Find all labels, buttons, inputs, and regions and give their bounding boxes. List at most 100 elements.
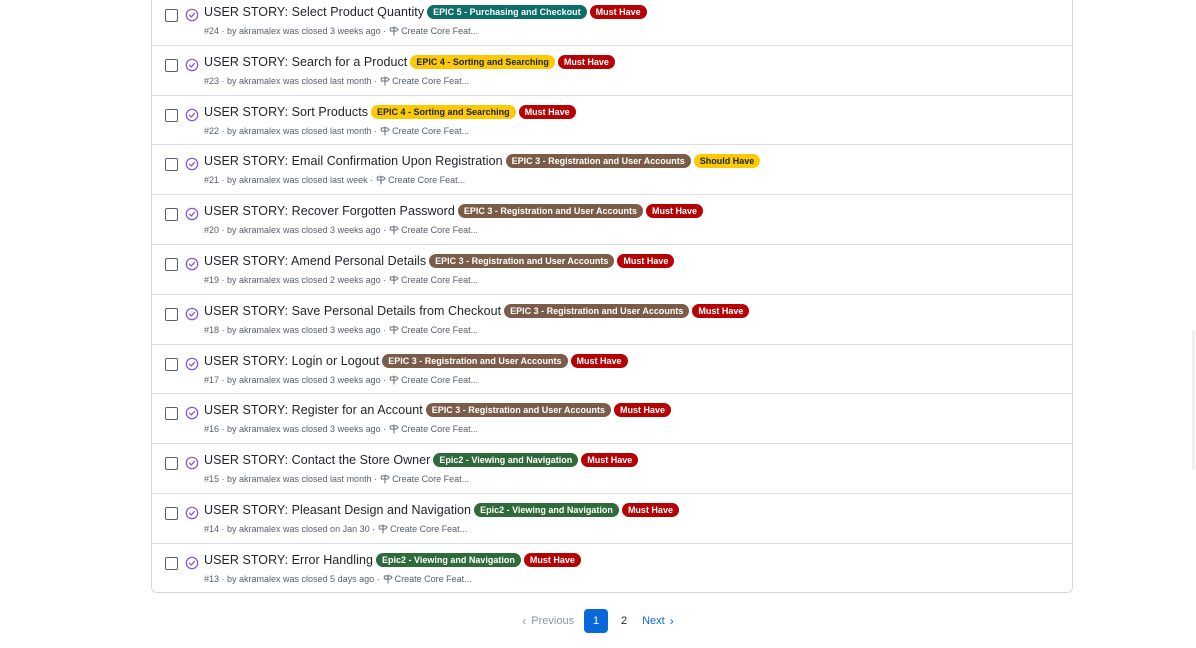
issue-row[interactable]: USER STORY: Pleasant Design and Navigati… — [152, 494, 1072, 544]
issue-row[interactable]: USER STORY: Contact the Store Owner Epic… — [152, 444, 1072, 494]
issue-select-checkbox[interactable] — [165, 9, 178, 22]
issue-label[interactable]: Should Have — [693, 154, 761, 169]
issue-label[interactable]: Must Have — [613, 403, 671, 418]
page-2-button[interactable]: 2 — [612, 609, 636, 633]
issue-row[interactable]: USER STORY: Sort Products EPIC 4 - Sorti… — [152, 96, 1072, 146]
issue-row[interactable]: USER STORY: Select Product Quantity EPIC… — [152, 0, 1072, 46]
issue-title-line: USER STORY: Sort Products EPIC 4 - Sorti… — [204, 104, 576, 119]
issue-label[interactable]: Epic2 - Viewing and Navigation — [433, 453, 579, 468]
issue-milestone-link[interactable]: Create Core Feat... — [392, 76, 469, 86]
issue-meta: #24 · by akramalex was closed 3 weeks ag… — [204, 26, 478, 36]
issue-row[interactable]: USER STORY: Login or Logout EPIC 3 - Reg… — [152, 345, 1072, 395]
issue-label[interactable]: EPIC 3 - Registration and User Accounts — [382, 353, 568, 368]
issue-title-link[interactable]: USER STORY: Email Confirmation Upon Regi… — [204, 154, 503, 168]
issue-select-checkbox[interactable] — [165, 556, 178, 570]
issue-milestone-link[interactable]: Create Core Feat... — [401, 375, 478, 385]
milestone-icon — [389, 425, 399, 434]
issue-milestone-link[interactable]: Create Core Feat... — [401, 325, 478, 335]
issue-meta: #19 · by akramalex was closed 2 weeks ag… — [204, 275, 478, 285]
issue-meta-text: #13 · by akramalex was closed 5 days ago… — [204, 573, 380, 584]
issue-select-checkbox[interactable] — [165, 108, 178, 122]
issue-select-checkbox[interactable] — [165, 457, 178, 471]
issue-row[interactable]: USER STORY: Amend Personal Details EPIC … — [152, 245, 1072, 295]
issue-milestone-link[interactable]: Create Core Feat... — [395, 574, 472, 584]
issue-label[interactable]: EPIC 4 - Sorting and Searching — [410, 54, 555, 69]
issue-label[interactable]: Epic2 - Viewing and Navigation — [474, 502, 619, 517]
issue-title-link[interactable]: USER STORY: Amend Personal Details — [204, 254, 426, 268]
issue-label[interactable]: Must Have — [646, 204, 704, 219]
issue-label[interactable]: EPIC 3 - Registration and User Accounts — [425, 403, 611, 418]
issue-label[interactable]: Must Have — [589, 5, 647, 19]
issue-milestone-link[interactable]: Create Core Feat... — [390, 524, 467, 534]
issue-meta: #13 · by akramalex was closed 5 days ago… — [204, 574, 472, 584]
issue-title-link[interactable]: USER STORY: Login or Logout — [204, 354, 379, 368]
scrollbar-thumb[interactable] — [1192, 330, 1195, 470]
issue-label[interactable]: Must Have — [617, 253, 675, 268]
issue-title-link[interactable]: USER STORY: Contact the Store Owner — [204, 453, 430, 467]
issue-label[interactable]: EPIC 5 - Purchasing and Checkout — [427, 5, 587, 19]
issue-select-checkbox[interactable] — [165, 506, 178, 520]
issue-label[interactable]: Must Have — [621, 502, 679, 517]
issue-label[interactable]: EPIC 3 - Registration and User Accounts — [505, 154, 691, 169]
issue-milestone-link[interactable]: Create Core Feat... — [401, 275, 478, 285]
issue-label[interactable]: Must Have — [692, 303, 750, 318]
issue-meta-text: #17 · by akramalex was closed 3 weeks ag… — [204, 374, 387, 385]
issue-label[interactable]: Must Have — [557, 54, 615, 69]
milestone-icon — [389, 26, 399, 36]
issue-title-link[interactable]: USER STORY: Save Personal Details from C… — [204, 304, 501, 318]
issue-row[interactable]: USER STORY: Search for a Product EPIC 4 … — [152, 46, 1072, 96]
milestone-icon — [380, 474, 390, 484]
issue-milestone-link[interactable]: Create Core Feat... — [401, 225, 478, 235]
issue-select-checkbox[interactable] — [165, 307, 178, 321]
issue-closed-icon — [185, 158, 199, 171]
previous-page-button[interactable]: ‹ Previous — [517, 614, 574, 628]
issue-select-checkbox[interactable] — [165, 257, 178, 271]
issue-label[interactable]: Must Have — [523, 552, 581, 567]
issue-label[interactable]: EPIC 3 - Registration and User Accounts — [504, 303, 690, 318]
issue-milestone-link[interactable]: Create Core Feat... — [392, 126, 469, 136]
milestone-icon — [376, 176, 386, 185]
issue-meta-text: #15 · by akramalex was closed last month… — [204, 474, 378, 485]
issue-select-checkbox[interactable] — [165, 158, 178, 172]
issue-title-line: USER STORY: Recover Forgotten Password E… — [204, 204, 704, 219]
issue-select-checkbox[interactable] — [165, 58, 178, 72]
issue-title-link[interactable]: USER STORY: Select Product Quantity — [204, 5, 424, 19]
issue-label[interactable]: Must Have — [581, 453, 639, 468]
issue-title-link[interactable]: USER STORY: Pleasant Design and Navigati… — [204, 503, 471, 517]
page-1-button[interactable]: 1 — [584, 609, 609, 633]
chevron-right-icon: › — [669, 614, 674, 628]
issue-label[interactable]: Must Have — [518, 104, 576, 119]
issue-closed-icon — [185, 506, 199, 520]
issue-title-link[interactable]: USER STORY: Sort Products — [204, 105, 368, 119]
issue-title-link[interactable]: USER STORY: Recover Forgotten Password — [204, 204, 455, 218]
issue-select-checkbox[interactable] — [165, 357, 178, 371]
milestone-icon — [389, 325, 399, 335]
issue-meta: #18 · by akramalex was closed 3 weeks ag… — [204, 325, 478, 335]
issue-label[interactable]: Epic2 - Viewing and Navigation — [375, 552, 521, 567]
issue-title-link[interactable]: USER STORY: Register for an Account — [204, 403, 423, 417]
issue-title-link[interactable]: USER STORY: Error Handling — [204, 553, 373, 567]
issue-row[interactable]: USER STORY: Save Personal Details from C… — [152, 295, 1072, 345]
issue-title-link[interactable]: USER STORY: Search for a Product — [204, 55, 407, 69]
issue-row[interactable]: USER STORY: Email Confirmation Upon Regi… — [152, 145, 1072, 196]
issue-select-checkbox[interactable] — [165, 407, 178, 421]
issue-milestone-link[interactable]: Create Core Feat... — [401, 26, 478, 36]
issue-closed-icon — [185, 407, 199, 420]
milestone-icon — [380, 76, 390, 86]
issue-label[interactable]: EPIC 3 - Registration and User Accounts — [457, 204, 644, 219]
issue-label[interactable]: Must Have — [570, 353, 628, 368]
issue-milestone-link[interactable]: Create Core Feat... — [392, 474, 469, 484]
issue-row[interactable]: USER STORY: Recover Forgotten Password E… — [152, 195, 1072, 245]
scrollbar[interactable] — [1188, 0, 1196, 648]
issue-label[interactable]: EPIC 3 - Registration and User Accounts — [429, 253, 615, 268]
issue-milestone-link[interactable]: Create Core Feat... — [401, 424, 478, 434]
issue-closed-icon — [185, 58, 199, 72]
issue-row[interactable]: USER STORY: Register for an Account EPIC… — [152, 394, 1072, 445]
next-label: Next — [642, 615, 665, 627]
issue-closed-icon — [185, 257, 199, 271]
issue-label[interactable]: EPIC 4 - Sorting and Searching — [371, 104, 516, 119]
next-page-button[interactable]: Next › — [642, 614, 679, 628]
issue-milestone-link[interactable]: Create Core Feat... — [388, 175, 465, 185]
issue-row[interactable]: USER STORY: Error Handling Epic2 - Viewi… — [152, 544, 1072, 594]
issue-select-checkbox[interactable] — [165, 208, 178, 222]
